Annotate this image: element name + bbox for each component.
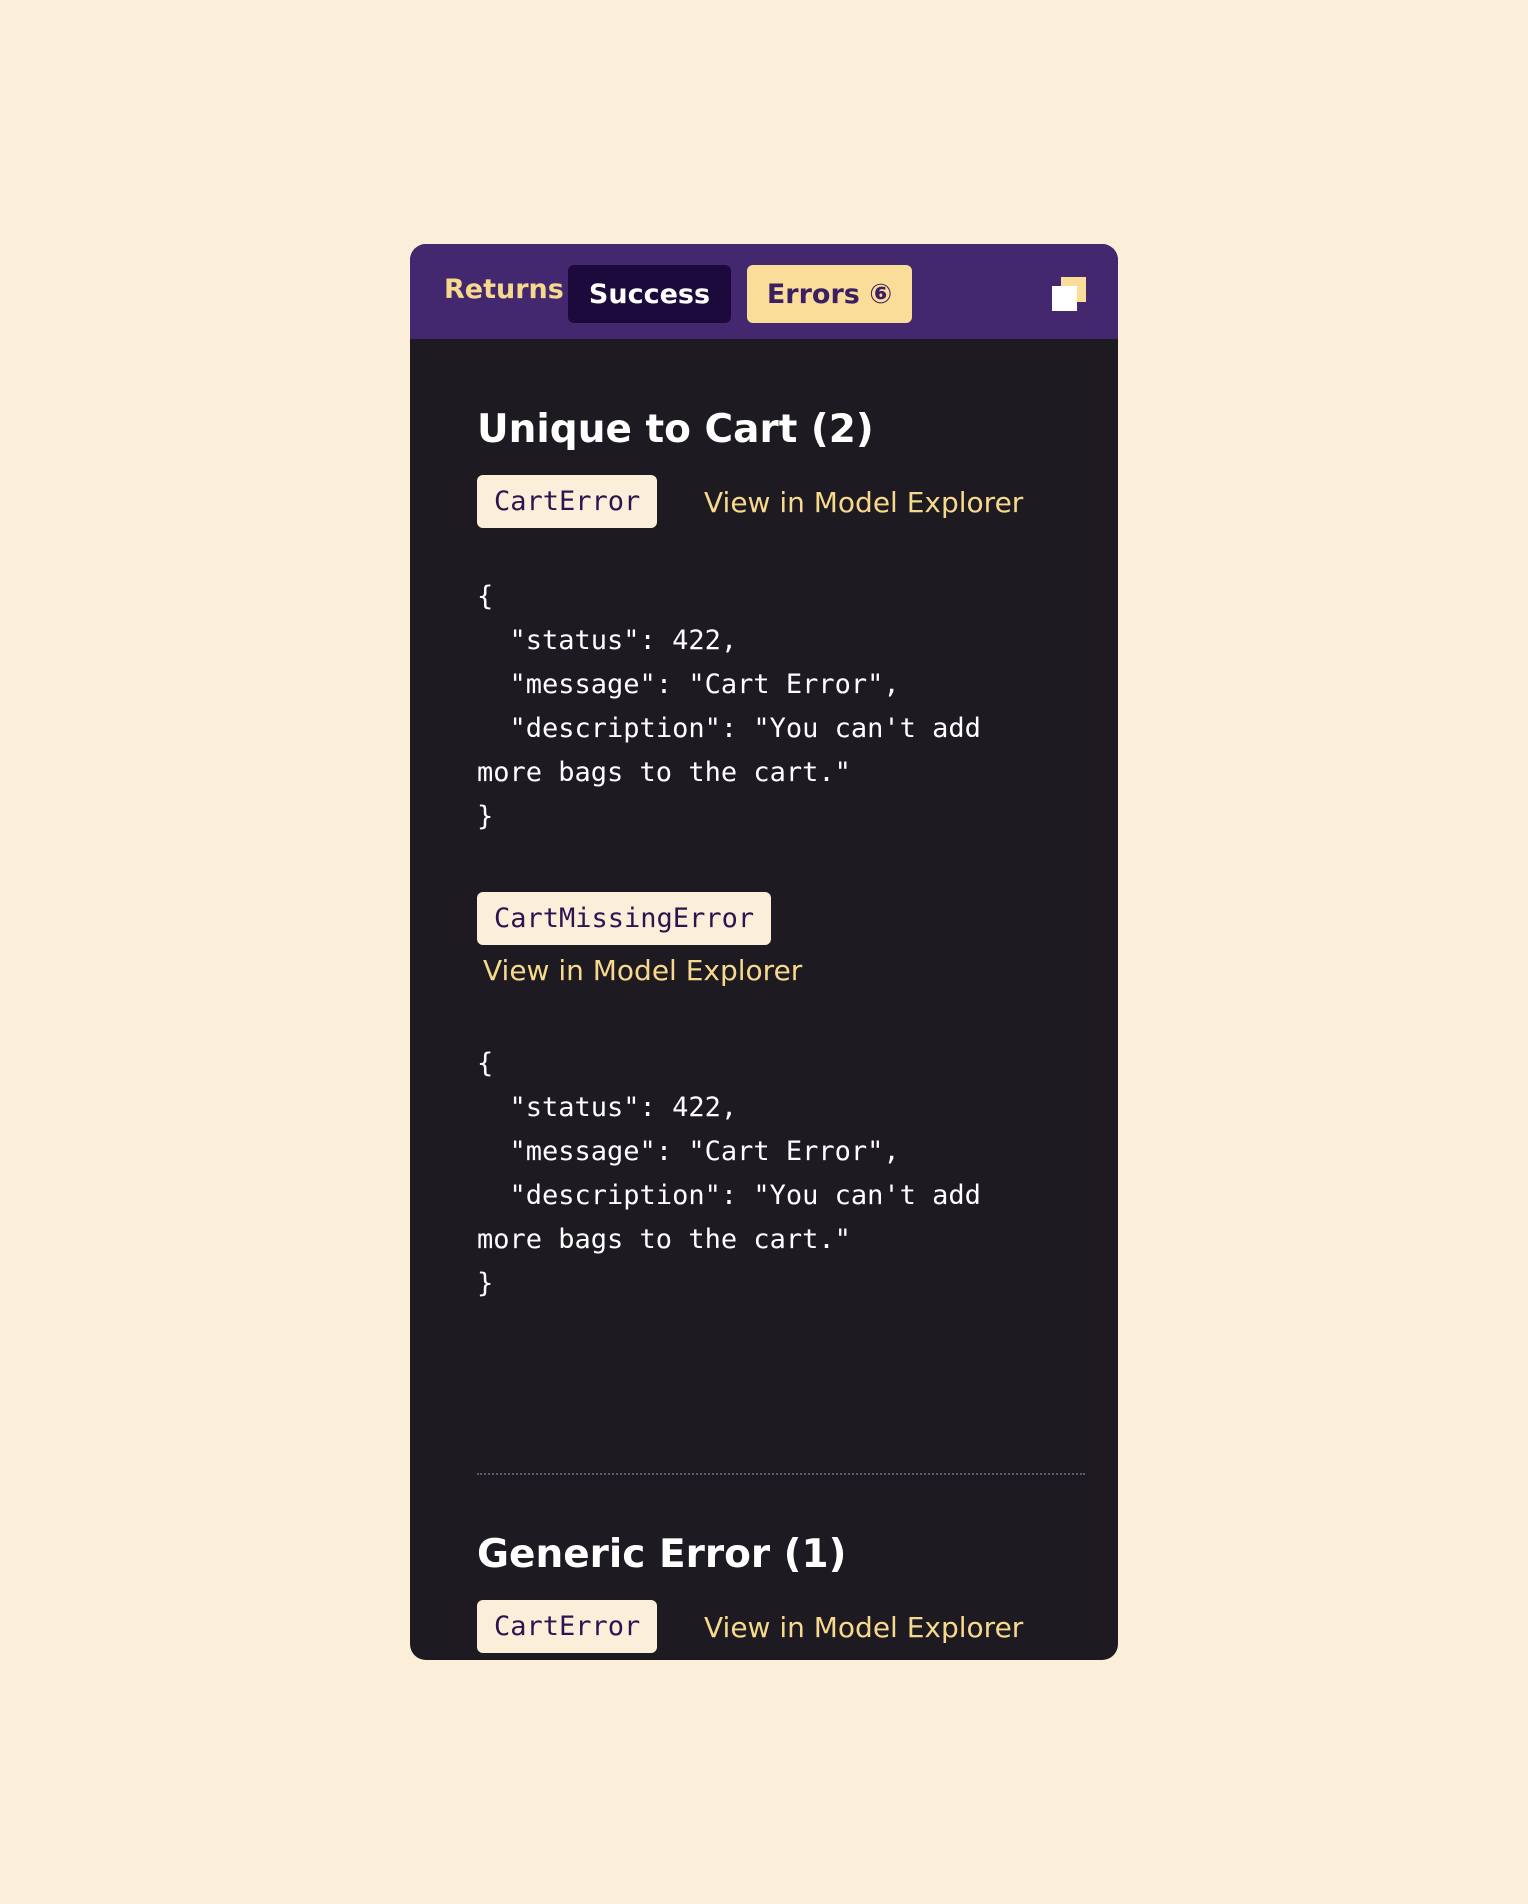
returns-panel: Returns Success Errors ⑥ Unique to Cart …: [410, 244, 1118, 1660]
panel-header: Returns Success Errors ⑥: [410, 244, 1118, 339]
copy-icon-front: [1052, 286, 1077, 311]
view-in-model-explorer-link[interactable]: View in Model Explorer: [704, 489, 1023, 517]
section-title-unique-to-cart: Unique to Cart (2): [477, 407, 874, 452]
error-code-block: { "status": 422, "message": "Cart Error"…: [477, 1048, 981, 1299]
tab-errors[interactable]: Errors ⑥: [747, 265, 912, 323]
error-type-badge[interactable]: CartError: [477, 1600, 658, 1653]
tab-success[interactable]: Success: [568, 265, 731, 323]
error-type-badge[interactable]: CartMissingError: [477, 892, 772, 945]
returns-label: Returns: [444, 274, 564, 305]
error-code-block: { "status": 422, "message": "Cart Error"…: [477, 581, 981, 832]
section-title-generic-error: Generic Error (1): [477, 1532, 847, 1577]
error-type-badge[interactable]: CartError: [477, 475, 658, 528]
copy-icon[interactable]: [1052, 277, 1086, 311]
view-in-model-explorer-link[interactable]: View in Model Explorer: [704, 1614, 1023, 1642]
view-in-model-explorer-link[interactable]: View in Model Explorer: [483, 957, 802, 985]
section-divider: [477, 1473, 1085, 1475]
